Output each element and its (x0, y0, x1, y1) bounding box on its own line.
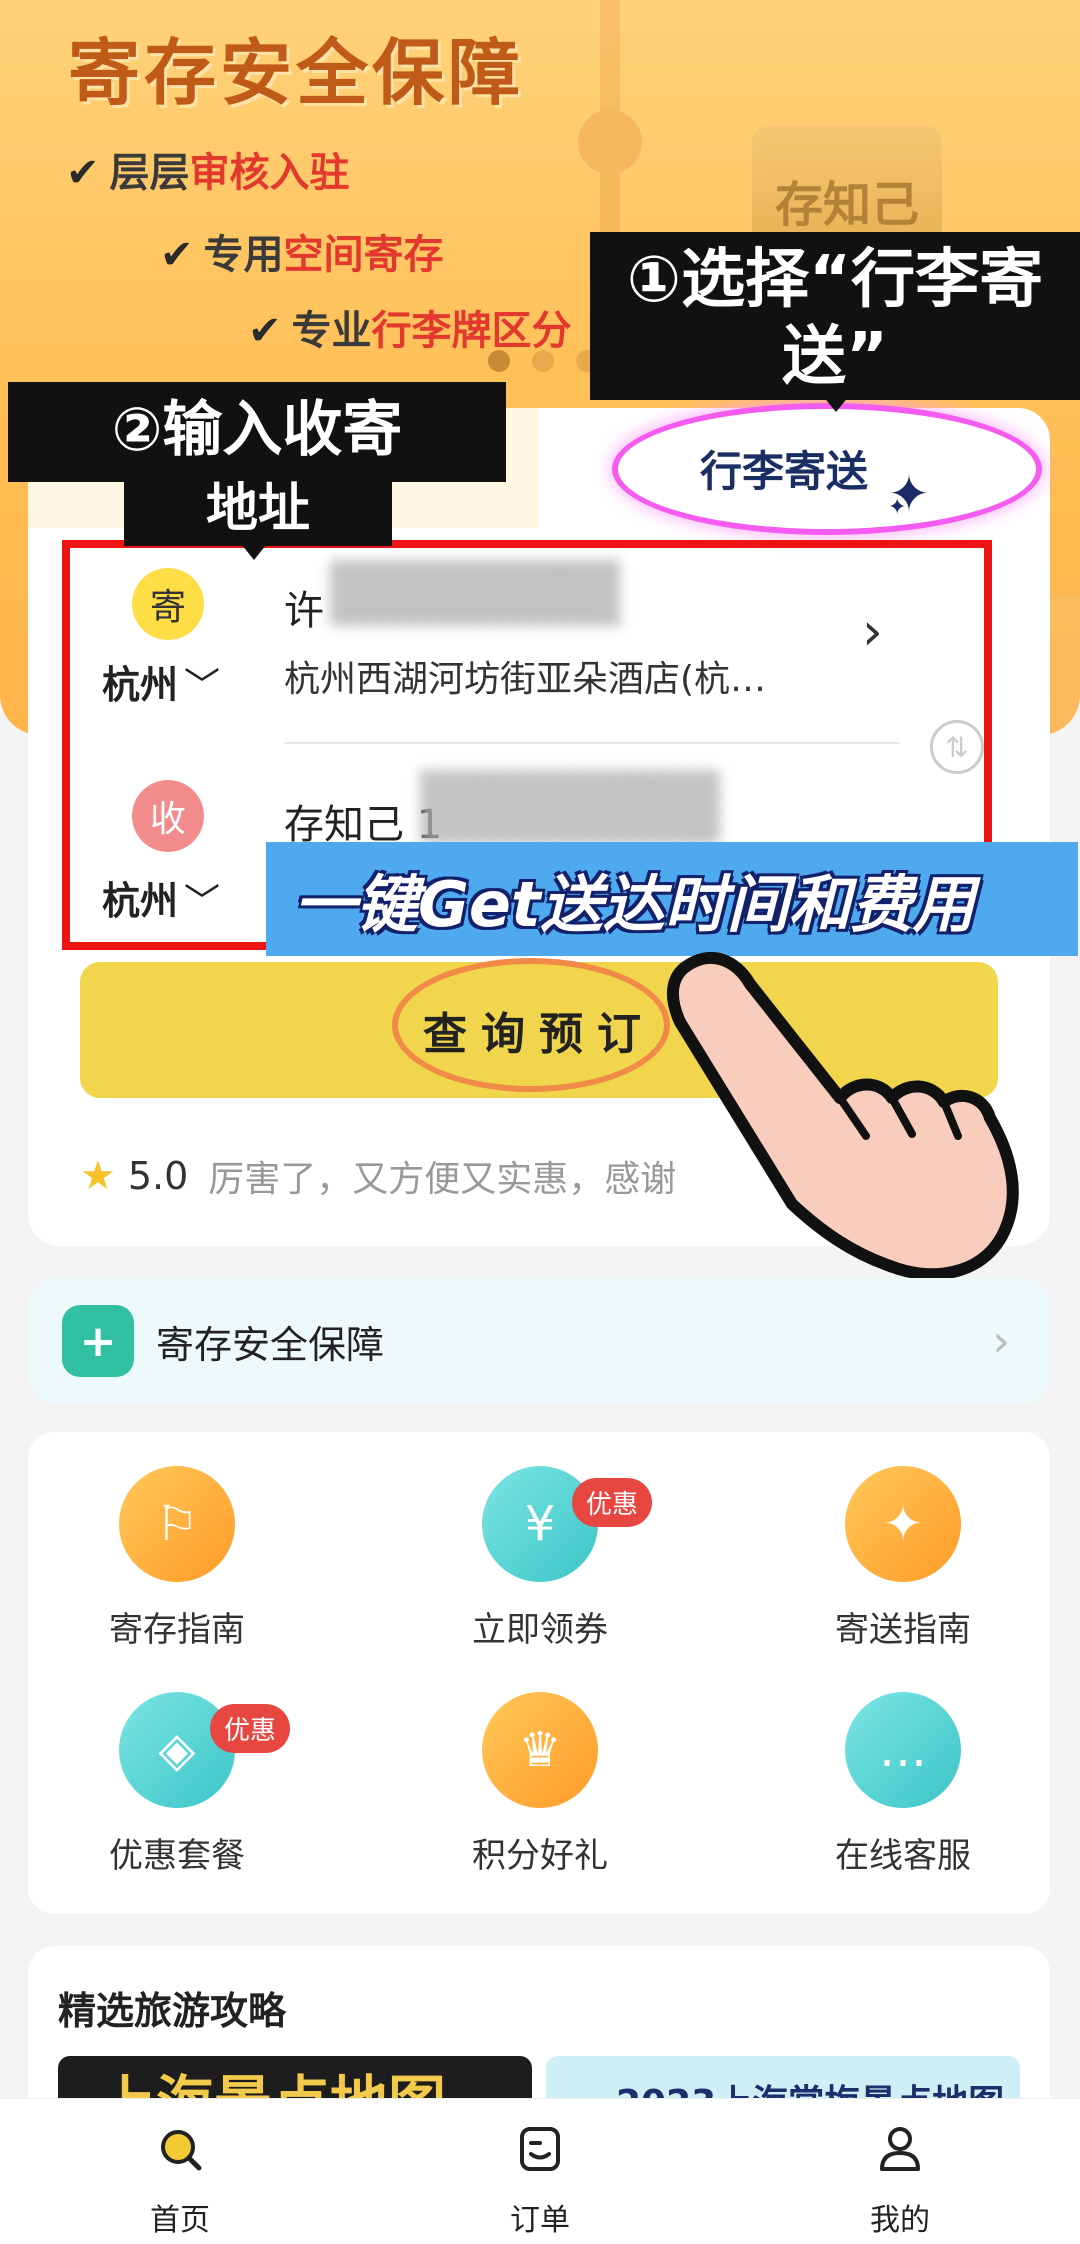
star-icon: ★ (80, 1153, 116, 1199)
callout-step-2: ②输入收寄 (8, 382, 506, 482)
bottom-nav: 首页 订单 我的 (0, 2098, 1080, 2244)
safety-guarantee-bar[interactable]: + 寄存安全保障 › (28, 1278, 1050, 1404)
sender-badge: 寄 (132, 568, 204, 640)
callout-step-2-sub: 地址 (124, 474, 392, 560)
promo-badge: 优惠 (210, 1704, 291, 1753)
order-icon (520, 2127, 560, 2171)
chevron-right-icon: › (992, 1315, 1010, 1367)
hero-line-2: ✔ 专用空间寄存 (160, 232, 444, 278)
chevron-down-icon: ﹀ (184, 882, 221, 923)
check-icon: ✔ (248, 308, 282, 354)
chevron-down-icon: ﹀ (184, 666, 221, 707)
nav-profile[interactable]: 我的 (720, 2099, 1080, 2244)
check-icon: ✔ (160, 232, 194, 278)
button-highlight-circle (392, 958, 670, 1092)
sparkle-icon: ✦ (888, 495, 907, 520)
service-storage-guide[interactable]: ⚐ 寄存指南 (57, 1466, 297, 1651)
redaction-blur (330, 560, 620, 626)
callout-step-1: ①选择“行李寄送” (590, 232, 1080, 412)
sender-city-select[interactable]: 杭州 ﹀ (102, 654, 220, 709)
service-points-gifts[interactable]: ♛ 积分好礼 (420, 1692, 660, 1877)
hero-line-1: ✔ 层层审核入驻 (66, 150, 350, 196)
promo-badge: 优惠 (572, 1478, 653, 1527)
compass-icon: ✦ (845, 1466, 961, 1582)
redaction-blur (420, 770, 720, 844)
shield-plus-icon: + (62, 1305, 134, 1377)
search-home-icon (161, 2130, 202, 2171)
guide-title: 精选旅游攻略 (58, 1989, 287, 2033)
receiver-badge: 收 (132, 780, 204, 852)
tab-luggage-delivery[interactable]: 行李寄送 (700, 438, 868, 499)
service-delivery-guide[interactable]: ✦ 寄送指南 (783, 1466, 1023, 1651)
user-icon (880, 2127, 920, 2171)
carousel-dot[interactable] (488, 350, 510, 372)
sender-address[interactable]: 杭州西湖河坊街亚朵酒店(杭… (284, 650, 844, 702)
hero-line-3: ✔ 专业行李牌区分 (248, 308, 572, 354)
rating-row[interactable]: ★ 5.0 厉害了，又方便又实惠，感谢 (80, 1150, 676, 1202)
safety-label: 寄存安全保障 (156, 1322, 385, 1367)
carousel-dots (488, 350, 598, 372)
address-divider (284, 742, 900, 744)
hero-title: 寄存安全保障 (68, 31, 525, 115)
signpost-icon: ⚐ (119, 1466, 235, 1582)
nav-home[interactable]: 首页 (0, 2099, 360, 2244)
swap-icon[interactable]: ⇅ (930, 720, 984, 774)
sender-name[interactable]: 许 (284, 578, 324, 636)
service-online-support[interactable]: … 在线客服 (783, 1692, 1023, 1877)
check-icon: ✔ (66, 150, 100, 196)
receiver-city-select[interactable]: 杭州 ﹀ (102, 870, 220, 925)
crown-icon: ♛ (482, 1692, 598, 1808)
chat-icon: … (845, 1692, 961, 1808)
chevron-right-icon[interactable]: › (862, 602, 883, 662)
pointing-hand-icon (667, 952, 1019, 1281)
carousel-dot[interactable] (532, 350, 554, 372)
nav-orders[interactable]: 订单 (360, 2099, 720, 2244)
